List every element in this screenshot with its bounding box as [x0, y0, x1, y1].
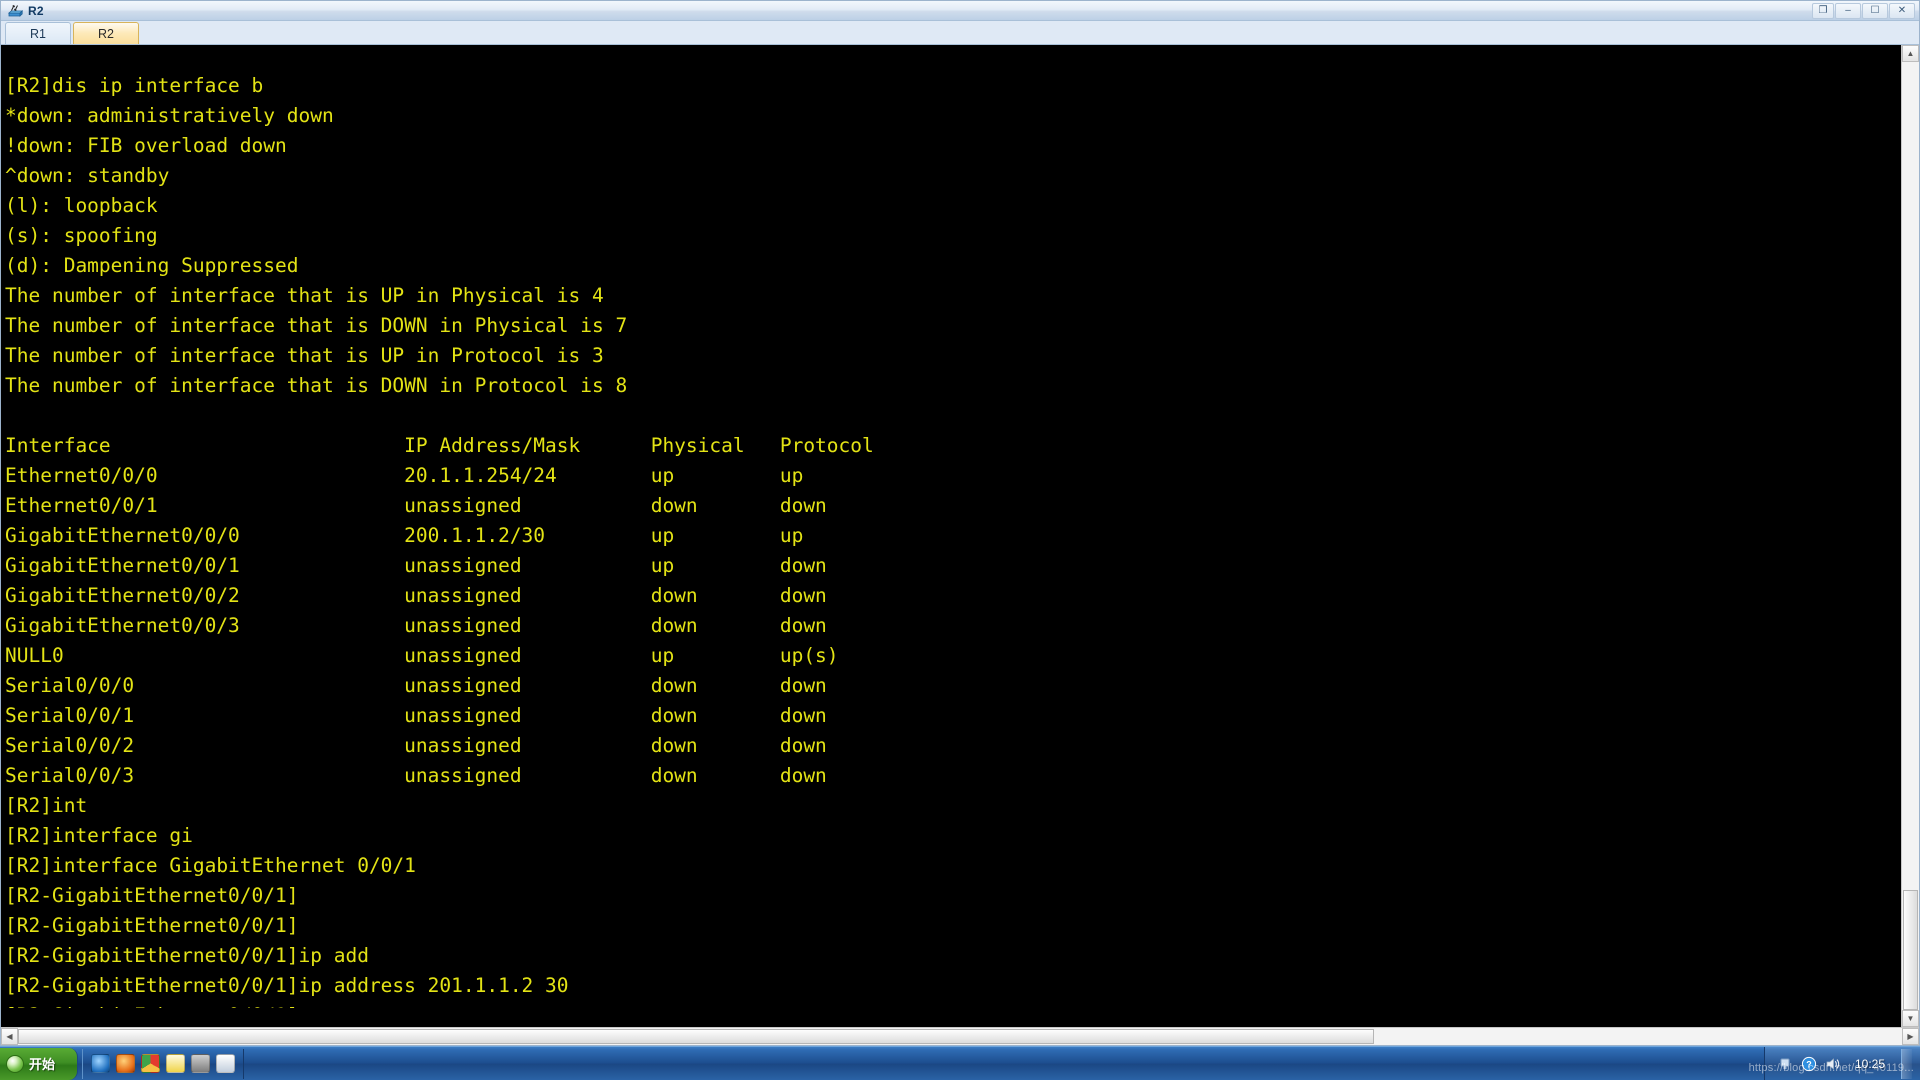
terminal-line: The number of interface that is DOWN in …: [5, 373, 628, 397]
terminal-area: [R2]dis ip interface b *down: administrat…: [1, 45, 1919, 1027]
help-icon[interactable]: ?: [1801, 1056, 1817, 1072]
vertical-scroll-thumb[interactable]: [1903, 890, 1918, 1010]
terminal-line: [R2-GigabitEthernet0/0/1]: [5, 913, 299, 937]
vertical-scrollbar[interactable]: ▲ ▼: [1901, 45, 1919, 1027]
terminal-line: The number of interface that is DOWN in …: [5, 313, 628, 337]
terminal-line: (s): spoofing: [5, 223, 158, 247]
terminal-line: [R2-GigabitEthernet0/0/1]: [5, 1001, 1901, 1008]
terminal-line: [R2-GigabitEthernet0/0/1]ip address 201.…: [5, 973, 569, 997]
terminal-line: [R2]dis ip interface b: [5, 73, 264, 97]
tab-r2[interactable]: R2: [73, 22, 139, 44]
terminal-line: The number of interface that is UP in Ph…: [5, 283, 604, 307]
terminal-line: ^down: standby: [5, 163, 170, 187]
terminal-line: Serial0/0/3 unassigned down down: [5, 763, 827, 787]
start-orb-icon: [6, 1054, 24, 1073]
usb-icon[interactable]: [1777, 1056, 1793, 1072]
terminal-line: The number of interface that is UP in Pr…: [5, 343, 604, 367]
terminal-line: !down: FIB overload down: [5, 133, 287, 157]
horizontal-scrollbar[interactable]: ◀ ▶: [1, 1027, 1919, 1045]
system-tray: ? 10:25: [1764, 1046, 1920, 1080]
terminal-line: GigabitEthernet0/0/2 unassigned down dow…: [5, 583, 827, 607]
terminal-line: (l): loopback: [5, 193, 158, 217]
svg-text:?: ?: [1806, 1059, 1812, 1069]
tab-r1-label: R1: [30, 26, 46, 41]
folder-icon[interactable]: [191, 1054, 210, 1073]
tab-r2-label: R2: [98, 26, 114, 41]
terminal-line: GigabitEthernet0/0/3 unassigned down dow…: [5, 613, 827, 637]
window-icon[interactable]: [216, 1054, 235, 1073]
scroll-up-arrow-icon[interactable]: ▲: [1902, 45, 1919, 62]
terminal-line: Interface IP Address/Mask Physical Proto…: [5, 433, 874, 457]
terminal-line: [R2-GigabitEthernet0/0/1]ip add: [5, 943, 369, 967]
terminal-line: [R2]interface gi: [5, 823, 193, 847]
terminal-line: Serial0/0/0 unassigned down down: [5, 673, 827, 697]
terminal-line: *down: administratively down: [5, 103, 334, 127]
show-desktop-button[interactable]: [1901, 1048, 1912, 1079]
terminal-line: [R2]int: [5, 793, 88, 817]
scroll-left-arrow-icon[interactable]: ◀: [1, 1028, 18, 1045]
quick-launch-bar: [82, 1048, 244, 1079]
terminal-line: NULL0 unassigned up up(s): [5, 643, 839, 667]
terminal-output[interactable]: [R2]dis ip interface b *down: administrat…: [1, 64, 1901, 1008]
window-titlebar[interactable]: R2 ❐ – ☐ ✕: [1, 1, 1919, 21]
start-button[interactable]: 开始: [0, 1047, 78, 1080]
terminal-line: Ethernet0/0/1 unassigned down down: [5, 493, 827, 517]
horizontal-scroll-track[interactable]: [18, 1028, 1902, 1045]
terminal-line: [R2]interface GigabitEthernet 0/0/1: [5, 853, 416, 877]
window-controls: ❐ – ☐ ✕: [1812, 2, 1917, 19]
scroll-down-arrow-icon[interactable]: ▼: [1902, 1010, 1919, 1027]
maximize-button[interactable]: ☐: [1862, 2, 1888, 19]
taskbar: 开始 ? 10:25: [0, 1046, 1920, 1080]
close-button[interactable]: ✕: [1889, 2, 1915, 19]
horizontal-scroll-thumb[interactable]: [18, 1029, 1375, 1044]
minimize-button[interactable]: –: [1835, 2, 1861, 19]
restore-down-button[interactable]: ❐: [1812, 2, 1834, 19]
terminal-line: GigabitEthernet0/0/0 200.1.1.2/30 up up: [5, 523, 804, 547]
terminal-line: Serial0/0/1 unassigned down down: [5, 703, 827, 727]
screen-root: R2 ❐ – ☐ ✕ R1 R2 [R2]dis ip interface b *…: [0, 0, 1920, 1080]
scroll-right-arrow-icon[interactable]: ▶: [1902, 1028, 1919, 1045]
taskbar-clock[interactable]: 10:25: [1849, 1057, 1891, 1071]
notepad-icon[interactable]: [166, 1054, 185, 1073]
window-title: R2: [28, 3, 44, 18]
device-tabstrip: R1 R2: [1, 21, 1919, 45]
terminal-line: Ethernet0/0/0 20.1.1.254/24 up up: [5, 463, 804, 487]
terminal-line: [R2-GigabitEthernet0/0/1]: [5, 883, 299, 907]
router-icon: [7, 4, 24, 18]
start-button-label: 开始: [29, 1057, 56, 1072]
vertical-scroll-track[interactable]: [1902, 62, 1919, 1010]
chrome-icon[interactable]: [141, 1054, 160, 1073]
tab-r1[interactable]: R1: [5, 22, 71, 44]
terminal-line: Serial0/0/2 unassigned down down: [5, 733, 827, 757]
console-window: R2 ❐ – ☐ ✕ R1 R2 [R2]dis ip interface b *…: [0, 0, 1920, 1046]
firefox-icon[interactable]: [116, 1054, 135, 1073]
internet-explorer-icon[interactable]: [91, 1054, 110, 1073]
terminal-line: (d): Dampening Suppressed: [5, 253, 299, 277]
volume-icon[interactable]: [1825, 1056, 1841, 1072]
terminal-line: GigabitEthernet0/0/1 unassigned up down: [5, 553, 827, 577]
